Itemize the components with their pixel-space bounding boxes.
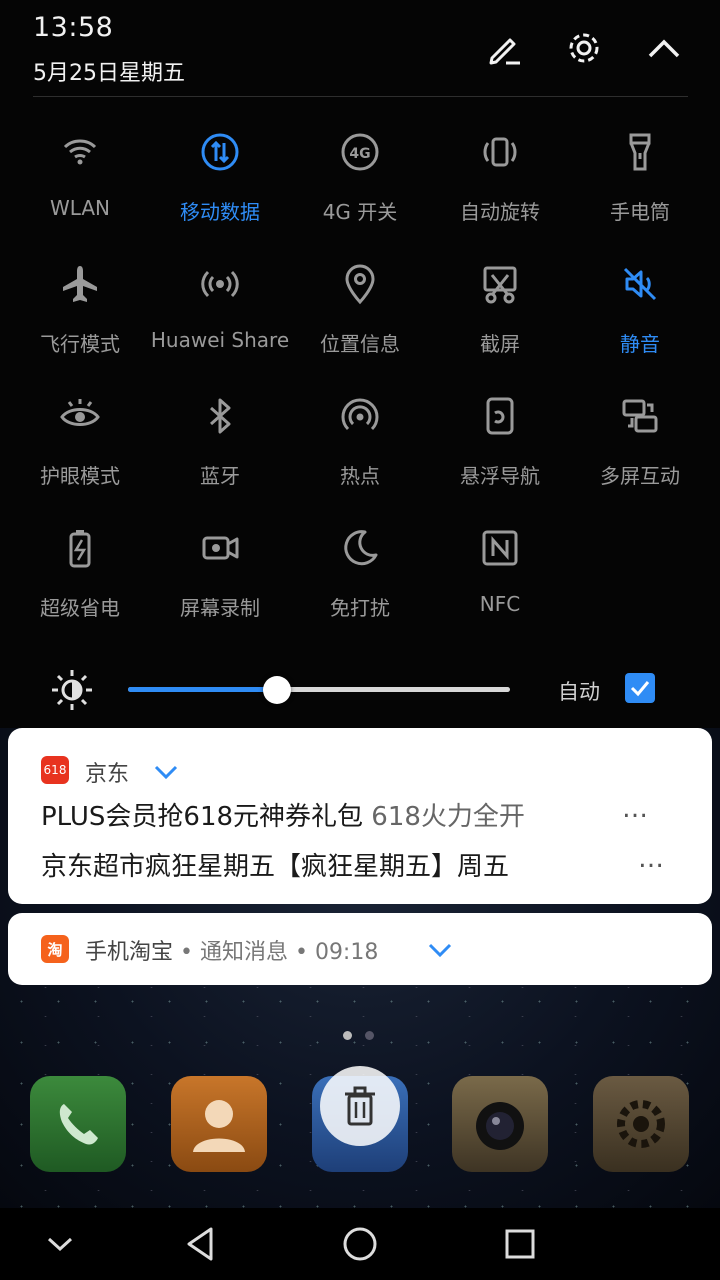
huawei-share-icon xyxy=(196,260,244,308)
camera-app-icon[interactable] xyxy=(452,1076,548,1172)
toggle-label: 热点 xyxy=(340,464,380,488)
header-divider xyxy=(33,96,688,97)
clock-time: 13:58 xyxy=(33,12,114,43)
brightness-sun-icon xyxy=(52,670,92,710)
screenshot-icon xyxy=(476,260,524,308)
svg-text:4G: 4G xyxy=(349,146,370,162)
auto-brightness-label: 自动 xyxy=(558,680,600,704)
battery-saver-icon xyxy=(56,524,104,572)
toggle-flashlight[interactable]: 手电筒 xyxy=(570,128,710,238)
notification-card-jd[interactable]: 618 京东 PLUS会员抢618元神券礼包 618火力全开 … 京东超市疯狂星… xyxy=(8,728,712,904)
toggle-label: 多屏互动 xyxy=(600,464,680,488)
toggle-mobile-data[interactable]: 移动数据 xyxy=(150,128,290,238)
notification-app-name: 京东 xyxy=(85,762,130,787)
toggle-huawei-share[interactable]: Huawei Share xyxy=(150,260,290,370)
back-icon[interactable] xyxy=(178,1222,222,1266)
toggle-label: 自动旋转 xyxy=(460,200,540,224)
toggle-label: 超级省电 xyxy=(40,596,120,620)
toggle-location[interactable]: 位置信息 xyxy=(290,260,430,370)
date-text: 5月25日星期五 xyxy=(33,61,185,86)
toggle-label: 4G 开关 xyxy=(322,200,398,224)
mobile-data-icon xyxy=(196,128,244,176)
auto-rotate-icon xyxy=(476,128,524,176)
toggle-eye-comfort[interactable]: 护眼模式 xyxy=(10,392,150,502)
line1-ellipsis: … xyxy=(622,794,648,824)
notification-title: PLUS会员抢618元神券礼包 xyxy=(41,802,364,832)
expand-chevron-icon[interactable] xyxy=(426,940,454,960)
notification-app-name: 手机淘宝 xyxy=(85,940,174,965)
multi-screen-icon xyxy=(616,392,664,440)
edit-icon[interactable] xyxy=(482,26,526,70)
toggle-wifi[interactable]: WLAN xyxy=(10,128,150,238)
toggle-screen-record[interactable]: 屏幕录制 xyxy=(150,524,290,634)
brightness-row: 自动 xyxy=(0,662,720,718)
airplane-icon xyxy=(56,260,104,308)
toggle-hotspot[interactable]: 热点 xyxy=(290,392,430,502)
floating-nav-icon xyxy=(476,392,524,440)
toggle-floating-nav[interactable]: 悬浮导航 xyxy=(430,392,570,502)
toggle-nfc[interactable]: NFC xyxy=(430,524,570,634)
4g-icon: 4G xyxy=(336,128,384,176)
bluetooth-icon xyxy=(196,392,244,440)
wifi-icon xyxy=(56,128,104,176)
settings-gear-icon[interactable] xyxy=(562,26,606,70)
hotspot-icon xyxy=(336,392,384,440)
location-icon xyxy=(336,260,384,308)
toggle-label: NFC xyxy=(479,592,521,616)
brightness-slider[interactable] xyxy=(128,676,510,704)
toggle-label: WLAN xyxy=(49,196,111,220)
navigation-bar xyxy=(0,1208,720,1280)
toggle-label: 蓝牙 xyxy=(200,464,240,488)
toggle-bluetooth[interactable]: 蓝牙 xyxy=(150,392,290,502)
notification-line-2: 京东超市疯狂星期五【疯狂星期五】周五 xyxy=(41,852,510,882)
toggle-label: 截屏 xyxy=(480,332,520,356)
brightness-slider-fill xyxy=(128,687,277,692)
toggle-label: 悬浮导航 xyxy=(460,464,540,488)
notification-app-name-line: 手机淘宝 • 通知消息 • 09:18 xyxy=(85,934,378,966)
home-icon[interactable] xyxy=(338,1222,382,1266)
notification-shade: 13:58 5月25日星期五 WLAN 移动数据 4G 4G 开关 自动旋转 手电筒飞行模… xyxy=(0,0,720,728)
do-not-disturb-moon-icon xyxy=(336,524,384,572)
settings-app-icon[interactable] xyxy=(593,1076,689,1172)
line2-ellipsis: … xyxy=(638,844,664,874)
brightness-slider-thumb[interactable] xyxy=(263,676,291,704)
notification-line-1: PLUS会员抢618元神券礼包 618火力全开 xyxy=(41,796,651,833)
toggle-label: 免打扰 xyxy=(330,596,390,620)
clear-notifications-trash-icon[interactable] xyxy=(320,1066,400,1146)
auto-brightness-checkbox[interactable] xyxy=(625,673,655,703)
toggle-label: 移动数据 xyxy=(180,200,260,224)
notification-subtext: 618火力全开 xyxy=(371,802,525,832)
phone-app-icon[interactable] xyxy=(30,1076,126,1172)
toggle-airplane[interactable]: 飞行模式 xyxy=(10,260,150,370)
contacts-app-icon[interactable] xyxy=(171,1076,267,1172)
notification-card-taobao[interactable]: 淘 手机淘宝 • 通知消息 • 09:18 xyxy=(8,913,712,985)
toggle-label: 手电筒 xyxy=(610,200,670,224)
toggle-label: Huawei Share xyxy=(150,328,290,352)
collapse-chevron-up-icon[interactable] xyxy=(642,26,686,70)
recents-icon[interactable] xyxy=(498,1222,542,1266)
mute-icon xyxy=(616,260,664,308)
toggle-label: 静音 xyxy=(620,332,660,356)
toggle-label: 屏幕录制 xyxy=(180,596,260,620)
toggle-battery-saver[interactable]: 超级省电 xyxy=(10,524,150,634)
toggle-do-not-disturb-moon[interactable]: 免打扰 xyxy=(290,524,430,634)
toggle-4g[interactable]: 4G 4G 开关 xyxy=(290,128,430,238)
collapse-down-icon[interactable] xyxy=(38,1222,82,1266)
flashlight-icon xyxy=(616,128,664,176)
toggle-screenshot[interactable]: 截屏 xyxy=(430,260,570,370)
toggle-mute[interactable]: 静音 xyxy=(570,260,710,370)
toggle-label: 位置信息 xyxy=(320,332,400,356)
expand-chevron-icon[interactable] xyxy=(152,762,180,782)
toggle-auto-rotate[interactable]: 自动旋转 xyxy=(430,128,570,238)
toggle-label: 护眼模式 xyxy=(40,464,120,488)
screen-record-icon xyxy=(196,524,244,572)
toggle-multi-screen[interactable]: 多屏互动 xyxy=(570,392,710,502)
taobao-app-icon: 淘 xyxy=(41,935,69,963)
eye-comfort-icon xyxy=(56,392,104,440)
jd-app-icon: 618 xyxy=(41,756,69,784)
nfc-icon xyxy=(476,524,524,572)
toggle-label: 飞行模式 xyxy=(40,332,120,356)
notification-meta: • 通知消息 • 09:18 xyxy=(173,940,379,965)
